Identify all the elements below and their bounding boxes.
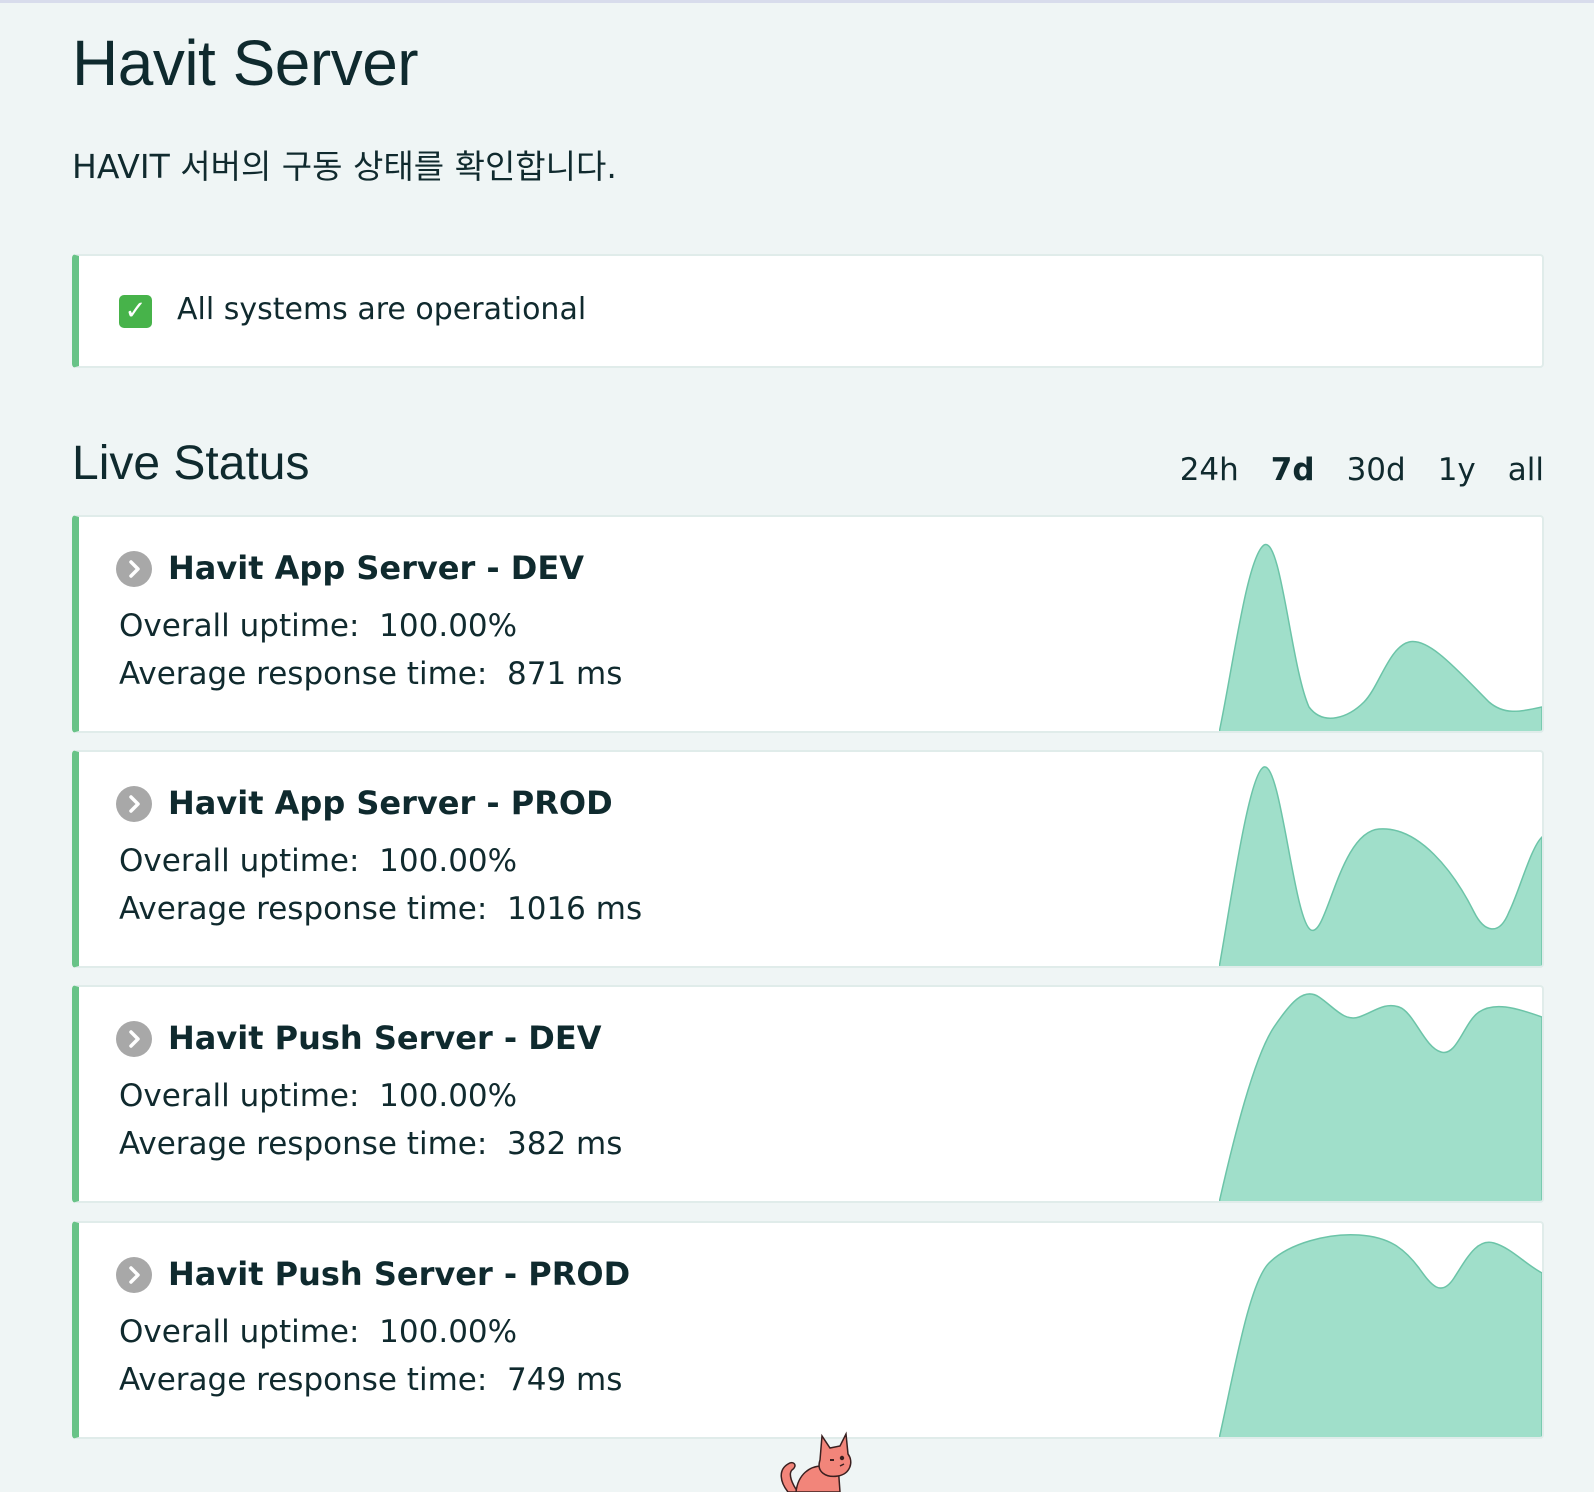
uptime-label: Overall uptime: [119, 608, 360, 644]
uptime-label: Overall uptime: [119, 1314, 360, 1350]
response-row: Average response time: 382 ms [119, 1126, 622, 1162]
service-card-app-dev: Havit App Server - DEV Overall uptime: 1… [72, 515, 1544, 733]
check-mark-icon: ✓ [119, 295, 152, 328]
uptime-value: 100.00% [379, 843, 518, 879]
status-banner: ✓ All systems are operational [72, 254, 1544, 368]
response-value: 871 ms [507, 656, 623, 692]
range-tab-24h[interactable]: 24h [1180, 452, 1239, 488]
range-tab-30d[interactable]: 30d [1347, 452, 1406, 488]
chevron-right-icon[interactable] [116, 1257, 152, 1293]
service-card-app-prod: Havit App Server - PROD Overall uptime: … [72, 750, 1544, 968]
chevron-right-icon[interactable] [116, 786, 152, 822]
service-card-push-prod: Havit Push Server - PROD Overall uptime:… [72, 1221, 1544, 1439]
response-time-sparkline [1219, 766, 1542, 966]
page-title: Havit Server [72, 27, 419, 99]
cat-mascot-icon [780, 1431, 852, 1492]
response-value: 749 ms [507, 1362, 623, 1398]
response-label: Average response time: [119, 1362, 488, 1398]
uptime-value: 100.00% [379, 1078, 518, 1114]
service-card-push-dev: Havit Push Server - DEV Overall uptime: … [72, 985, 1544, 1203]
uptime-label: Overall uptime: [119, 1078, 360, 1114]
response-label: Average response time: [119, 891, 488, 927]
service-name: Havit App Server - DEV [168, 549, 584, 587]
response-row: Average response time: 871 ms [119, 656, 622, 692]
range-tab-1y[interactable]: 1y [1438, 452, 1476, 488]
chevron-right-icon[interactable] [116, 551, 152, 587]
live-status-title: Live Status [72, 437, 310, 490]
response-value: 1016 ms [507, 891, 643, 927]
response-label: Average response time: [119, 1126, 488, 1162]
service-name: Havit Push Server - DEV [168, 1019, 602, 1057]
uptime-row: Overall uptime: 100.00% [119, 608, 517, 644]
uptime-row: Overall uptime: 100.00% [119, 1078, 517, 1114]
status-banner-text: All systems are operational [177, 292, 587, 327]
response-label: Average response time: [119, 656, 488, 692]
uptime-value: 100.00% [379, 1314, 518, 1350]
uptime-value: 100.00% [379, 608, 518, 644]
response-row: Average response time: 1016 ms [119, 891, 642, 927]
response-value: 382 ms [507, 1126, 623, 1162]
page-subtitle: HAVIT 서버의 구동 상태를 확인합니다. [72, 147, 617, 186]
uptime-row: Overall uptime: 100.00% [119, 1314, 517, 1350]
response-time-sparkline [1219, 1234, 1542, 1437]
response-time-sparkline [1219, 993, 1542, 1201]
response-time-sparkline [1219, 544, 1542, 731]
uptime-row: Overall uptime: 100.00% [119, 843, 517, 879]
range-tabs: 24h 7d 30d 1y all [1148, 452, 1544, 488]
chevron-right-icon[interactable] [116, 1021, 152, 1057]
service-name: Havit App Server - PROD [168, 784, 613, 822]
top-rule [0, 0, 1594, 3]
service-name: Havit Push Server - PROD [168, 1255, 631, 1293]
range-tab-7d[interactable]: 7d [1271, 452, 1315, 488]
response-row: Average response time: 749 ms [119, 1362, 622, 1398]
uptime-label: Overall uptime: [119, 843, 360, 879]
range-tab-all[interactable]: all [1508, 452, 1544, 488]
